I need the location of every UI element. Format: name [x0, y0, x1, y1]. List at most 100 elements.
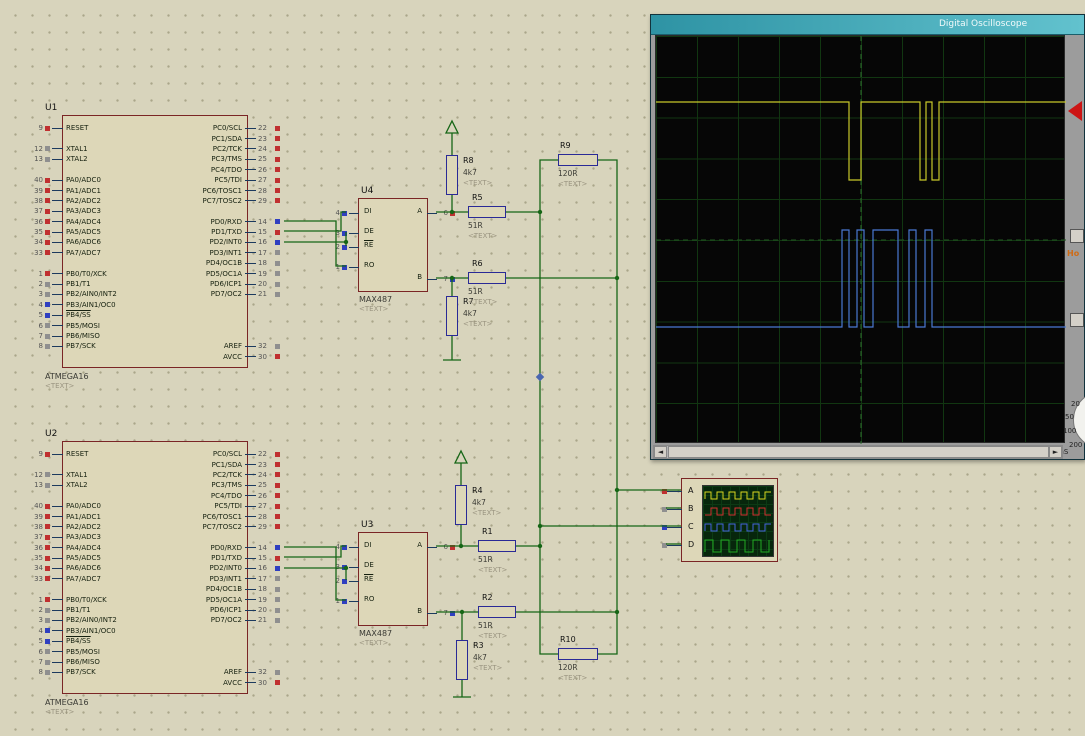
component-r9[interactable]: R9 120R<TEXT>: [558, 154, 598, 166]
pin-a: 6: [427, 208, 457, 218]
pin-state-indicator: [275, 126, 280, 131]
component-r6[interactable]: R6 51R<TEXT>: [468, 272, 506, 284]
resistor-body[interactable]: [456, 640, 468, 680]
pin-number: 16: [258, 238, 273, 246]
component-r8[interactable]: R84k7<TEXT>: [446, 155, 458, 195]
resistor-body[interactable]: [558, 154, 598, 166]
component-r2[interactable]: R2 51R<TEXT>: [478, 606, 516, 618]
pin-state-indicator: [275, 282, 280, 287]
pin-state-indicator: [275, 136, 280, 141]
panel-button[interactable]: [1070, 229, 1084, 243]
panel-button[interactable]: [1070, 313, 1084, 327]
horizontal-scrollbar[interactable]: ◄ ►: [653, 445, 1063, 459]
vcc-power-arrow-icon[interactable]: [455, 451, 467, 463]
pin-number: 27: [258, 502, 273, 510]
resistor-body[interactable]: [478, 606, 516, 618]
pin-number: 27: [258, 176, 273, 184]
vcc-power-arrow-icon[interactable]: [446, 121, 458, 133]
component-r1[interactable]: R1 51R<TEXT>: [478, 540, 516, 552]
component-ref: U1: [45, 103, 57, 113]
resistor-body[interactable]: [468, 206, 506, 218]
resistor-body[interactable]: [446, 296, 458, 336]
pin-stub: [245, 190, 256, 191]
pin-number: 36: [28, 544, 43, 552]
scroll-right-arrow[interactable]: ►: [1049, 446, 1062, 458]
pin-state-indicator: [342, 211, 347, 216]
pin-stub: [245, 200, 256, 201]
oscilloscope-control-panel: Ho 20 50 100 200 mS: [1065, 35, 1085, 444]
component-u3-max487[interactable]: U3 MAX487 <TEXT> 4 3 2 1 6 7 DI DE RE RO…: [358, 532, 428, 626]
component-u2-atmega16[interactable]: U2 ATMEGA16 <TEXT> 9 RESET: [62, 441, 248, 694]
pin-name: PC4/TDO: [50, 492, 242, 500]
component-text-placeholder: <TEXT>: [45, 382, 74, 390]
component-r4[interactable]: R44k7<TEXT>: [455, 485, 467, 525]
resistor-value: 51R: [478, 554, 507, 565]
pin: PD0/RXD 14: [50, 543, 282, 553]
component-r7[interactable]: R74k7<TEXT>: [446, 296, 458, 336]
pin: PD6/ICP1 20: [50, 605, 282, 615]
pin: PC0/SCL 22: [50, 449, 282, 459]
resistor-ref: R10: [560, 635, 576, 644]
pin-state-indicator: [275, 514, 280, 519]
pin-name: PD4/OC1B: [50, 585, 242, 593]
resistor-body[interactable]: [446, 155, 458, 195]
pin-name: PD5/OC1A: [50, 270, 242, 278]
pin-stub: [666, 527, 682, 528]
resistor-text: <TEXT>: [468, 231, 497, 242]
scrollbar-thumb[interactable]: [668, 446, 1049, 458]
trace-channel-yellow: [656, 102, 1066, 180]
pin-name: PC1/SDA: [50, 135, 242, 143]
pin-name: PD1/TXD: [50, 554, 242, 562]
resistor-body[interactable]: [558, 648, 598, 660]
pin-number: 35: [28, 554, 43, 562]
window-titlebar[interactable]: Digital Oscilloscope: [651, 15, 1084, 35]
pin-state-indicator: [275, 493, 280, 498]
pin-number: 18: [258, 585, 273, 593]
oscilloscope-window[interactable]: Digital Oscilloscope Ho 20 50 100: [650, 14, 1085, 460]
pin: PC3/TMS 25: [50, 480, 282, 490]
component-text-placeholder: <TEXT>: [359, 305, 388, 313]
schematic-canvas[interactable]: U1 ATMEGA16 <TEXT> 9 RESET: [0, 0, 1085, 736]
pin-state-indicator: [275, 597, 280, 602]
resistor-body[interactable]: [478, 540, 516, 552]
resistor-body[interactable]: [468, 272, 506, 284]
pin: PD6/ICP1 20: [50, 279, 282, 289]
resistor-text: <TEXT>: [468, 297, 497, 308]
pin-name: PD3/INT1: [50, 249, 242, 257]
pin: PC6/TOSC1 28: [50, 511, 282, 521]
pin-state-indicator: [275, 157, 280, 162]
pin-number: 32: [258, 668, 273, 676]
component-u1-atmega16[interactable]: U1 ATMEGA16 <TEXT> 9 RESET: [62, 115, 248, 368]
pin-name: A: [417, 541, 422, 549]
component-u4-max487[interactable]: U4 MAX487 <TEXT> 4 3 2 1 6 7 DI DE RE RO…: [358, 198, 428, 292]
pin: PC2/TCK 24: [50, 144, 282, 154]
pin-state-indicator: [275, 230, 280, 235]
resistor-text: <TEXT>: [473, 663, 502, 674]
probe-mini-screen: [702, 485, 774, 557]
component-r5[interactable]: R5 51R<TEXT>: [468, 206, 506, 218]
resistor-body[interactable]: [455, 485, 467, 525]
pin-number: 14: [258, 218, 273, 226]
probe-trace-red: [705, 508, 771, 515]
component-r3[interactable]: R34k7<TEXT>: [456, 640, 468, 680]
pin-name: PC5/TDI: [50, 176, 242, 184]
pin-number: 39: [28, 187, 43, 195]
pin-name: PC3/TMS: [50, 155, 242, 163]
pin-number: 8: [28, 342, 43, 350]
scroll-left-arrow[interactable]: ◄: [654, 446, 667, 458]
pin-state-indicator: [275, 545, 280, 550]
pin-stub: [245, 221, 256, 222]
pin-stub: [245, 474, 256, 475]
pin-state-indicator: [450, 211, 455, 216]
resistor-text: <TEXT>: [463, 178, 492, 189]
pin-name: PD7/OC2: [50, 616, 242, 624]
pin-stub: [245, 682, 256, 683]
trigger-arrow-icon[interactable]: [1068, 101, 1082, 121]
pin-re: 2: [329, 576, 359, 586]
junction-diamond-marker: [536, 373, 544, 381]
oscilloscope-symbol[interactable]: A B C D: [681, 478, 778, 562]
component-r10[interactable]: R10 120R<TEXT>: [558, 648, 598, 660]
pin-state-indicator: [275, 178, 280, 183]
pin-number: 28: [258, 513, 273, 521]
pin-state-indicator: [275, 292, 280, 297]
